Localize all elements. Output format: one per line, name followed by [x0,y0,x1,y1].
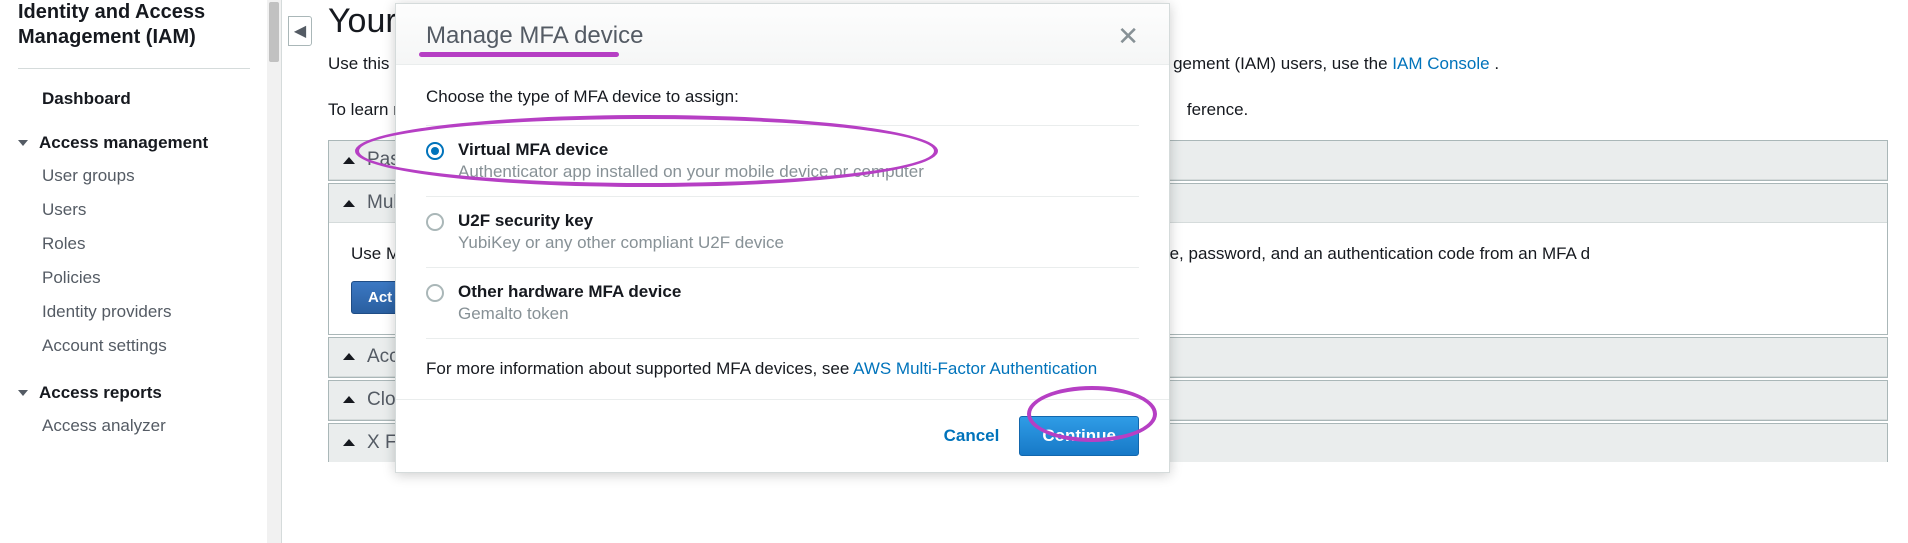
nav-section-access-reports[interactable]: Access reports [18,377,250,409]
panel-title: Mul [367,192,398,214]
scrollbar-thumb[interactable] [269,2,279,62]
iam-console-link[interactable]: IAM Console [1392,54,1489,73]
choose-type-text: Choose the type of MFA device to assign: [426,87,1139,107]
continue-button[interactable]: Continue [1019,416,1139,456]
manage-mfa-modal: Manage MFA device ✕ Choose the type of M… [395,3,1170,473]
radio-description: YubiKey or any other compliant U2F devic… [458,233,784,253]
caret-up-icon [343,439,355,446]
more-info-text: For more information about supported MFA… [426,359,1139,379]
radio-input[interactable] [426,213,444,231]
sidebar-collapse-handle[interactable]: ◀ [288,16,312,46]
nav-access-analyzer[interactable]: Access analyzer [18,409,250,443]
nav-section-label: Access management [39,133,208,153]
sidebar-divider [18,68,250,69]
radio-description: Authenticator app installed on your mobi… [458,162,924,182]
desc-fragment: Use this p [328,54,404,73]
text-fragment: e, password, and an authentication code … [1170,244,1591,263]
radio-option-virtual-mfa[interactable]: Virtual MFA device Authenticator app ins… [426,125,1139,197]
desc-fragment: gement (IAM) users, use the [1173,54,1392,73]
nav-users[interactable]: Users [18,193,250,227]
radio-input[interactable] [426,142,444,160]
radio-selected-dot [431,147,439,155]
caret-up-icon [343,396,355,403]
more-info-fragment: For more information about supported MFA… [426,359,853,378]
close-icon[interactable]: ✕ [1117,23,1139,49]
radio-title: Virtual MFA device [458,140,924,160]
modal-footer: Cancel Continue [396,399,1169,472]
radio-option-u2f[interactable]: U2F security key YubiKey or any other co… [426,197,1139,268]
radio-input[interactable] [426,284,444,302]
modal-body: Choose the type of MFA device to assign:… [396,65,1169,399]
radio-label[interactable]: Virtual MFA device Authenticator app ins… [458,140,924,182]
radio-description: Gemalto token [458,304,681,324]
modal-header: Manage MFA device ✕ [396,4,1169,65]
sidebar: Identity and Access Management (IAM) Das… [0,0,282,543]
desc-fragment: . [1494,54,1499,73]
sidebar-scrollbar[interactable] [267,0,281,543]
aws-mfa-link[interactable]: AWS Multi-Factor Authentication [853,359,1097,378]
nav-roles[interactable]: Roles [18,227,250,261]
chevron-left-icon: ◀ [294,21,306,41]
nav-dashboard[interactable]: Dashboard [18,83,250,115]
nav-user-groups[interactable]: User groups [18,159,250,193]
nav-section-label: Access reports [39,383,162,403]
caret-up-icon [343,200,355,207]
nav-account-settings[interactable]: Account settings [18,329,250,363]
panel-title: Clo [367,389,396,411]
cancel-button[interactable]: Cancel [938,418,1006,454]
caret-down-icon [18,390,28,396]
panel-title: X F [367,432,397,454]
panel-title: Acc [367,346,399,368]
caret-down-icon [18,140,28,146]
radio-label[interactable]: U2F security key YubiKey or any other co… [458,211,784,253]
nav-identity-providers[interactable]: Identity providers [18,295,250,329]
learn-fragment: ference. [1187,100,1248,119]
nav-section-access-management[interactable]: Access management [18,127,250,159]
modal-title: Manage MFA device [426,22,643,50]
nav-policies[interactable]: Policies [18,261,250,295]
radio-option-hardware[interactable]: Other hardware MFA device Gemalto token [426,268,1139,339]
radio-title: U2F security key [458,211,784,231]
caret-up-icon [343,353,355,360]
text-fragment: Use M [351,244,400,263]
caret-up-icon [343,157,355,164]
service-title: Identity and Access Management (IAM) [18,0,250,68]
radio-title: Other hardware MFA device [458,282,681,302]
radio-label[interactable]: Other hardware MFA device Gemalto token [458,282,681,324]
